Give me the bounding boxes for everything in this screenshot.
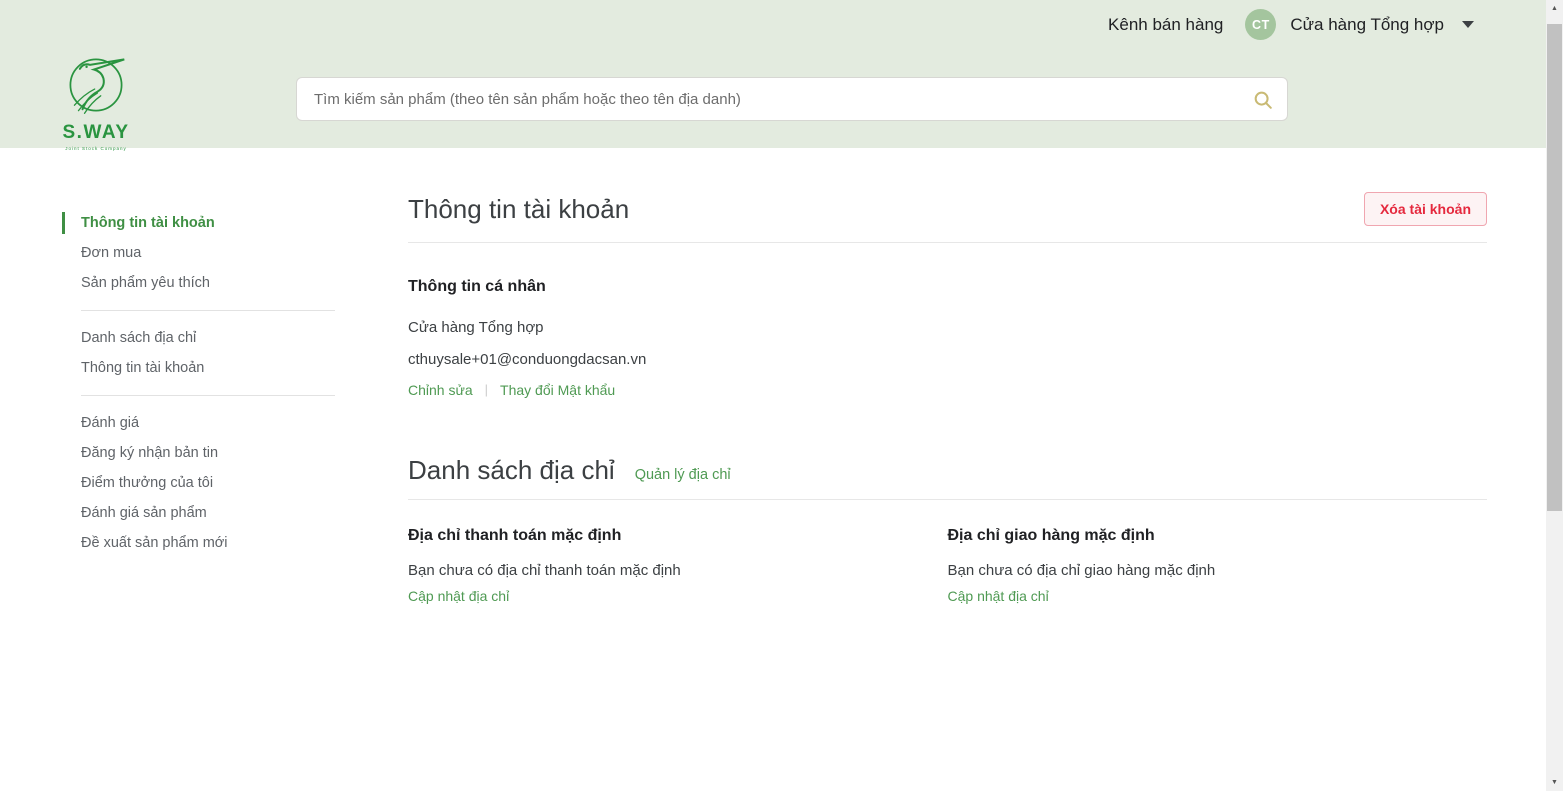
sidebar-item-account-details[interactable]: Thông tin tài khoản — [62, 353, 335, 383]
personal-info-section: Thông tin cá nhân Cửa hàng Tổng hợp cthu… — [408, 278, 1487, 398]
personal-info-links: Chỉnh sửa | Thay đổi Mật khẩu — [408, 382, 1487, 398]
shipping-address-empty-text: Bạn chưa có địa chỉ giao hàng mặc định — [948, 562, 1488, 579]
topbar-account-area: Kênh bán hàng CT Cửa hàng Tổng hợp — [1108, 9, 1474, 40]
header: Kênh bán hàng CT Cửa hàng Tổng hợp S.WAY… — [0, 0, 1546, 148]
avatar[interactable]: CT — [1245, 9, 1276, 40]
shipping-address-column: Địa chỉ giao hàng mặc định Bạn chưa có đ… — [948, 527, 1488, 604]
vertical-scrollbar[interactable]: ▲ ▼ — [1546, 0, 1563, 791]
sidebar-item-suggest-product[interactable]: Đề xuất sản phẩm mới — [62, 528, 335, 558]
address-list-section: Danh sách địa chỉ Quản lý địa chỉ Địa ch… — [408, 455, 1487, 604]
sidebar-item-reviews[interactable]: Đánh giá — [62, 408, 335, 438]
update-billing-address-link[interactable]: Cập nhật địa chỉ — [408, 588, 948, 604]
account-name-dropdown[interactable]: Cửa hàng Tổng hợp — [1290, 15, 1444, 35]
sidebar-item-reward-points[interactable]: Điểm thưởng của tôi — [62, 468, 335, 498]
seller-channel-link[interactable]: Kênh bán hàng — [1108, 15, 1223, 35]
sidebar-item-address-list[interactable]: Danh sách địa chỉ — [62, 323, 335, 353]
sidebar-divider — [81, 395, 335, 396]
address-columns: Địa chỉ thanh toán mặc định Bạn chưa có … — [408, 527, 1487, 604]
account-display-name: Cửa hàng Tổng hợp — [408, 317, 1487, 339]
account-email: cthuysale+01@conduongdacsan.vn — [408, 349, 1487, 371]
billing-address-empty-text: Bạn chưa có địa chỉ thanh toán mặc định — [408, 562, 948, 579]
main-content: Thông tin tài khoản Xóa tài khoản Thông … — [408, 192, 1487, 604]
address-list-heading: Danh sách địa chỉ — [408, 455, 615, 486]
manage-addresses-link[interactable]: Quản lý địa chỉ — [635, 467, 731, 483]
stork-logo-icon — [62, 103, 130, 120]
search-input[interactable] — [296, 77, 1288, 121]
sidebar-item-purchases[interactable]: Đơn mua — [62, 238, 335, 268]
change-password-link[interactable]: Thay đổi Mật khẩu — [500, 382, 615, 398]
page-title-row: Thông tin tài khoản Xóa tài khoản — [408, 192, 1487, 243]
shipping-address-heading: Địa chỉ giao hàng mặc định — [948, 527, 1488, 545]
search-icon[interactable] — [1250, 87, 1276, 113]
sidebar-item-favorites[interactable]: Sản phẩm yêu thích — [62, 268, 335, 298]
brand-logo[interactable]: S.WAY Joint Stock Company — [60, 50, 132, 151]
search-bar — [296, 77, 1288, 121]
scrollbar-thumb[interactable] — [1547, 24, 1562, 511]
personal-info-heading: Thông tin cá nhân — [408, 278, 1487, 296]
scroll-up-icon[interactable]: ▲ — [1546, 0, 1563, 17]
link-separator: | — [485, 382, 488, 397]
billing-address-column: Địa chỉ thanh toán mặc định Bạn chưa có … — [408, 527, 948, 604]
page-title: Thông tin tài khoản — [408, 194, 629, 225]
address-title-row: Danh sách địa chỉ Quản lý địa chỉ — [408, 455, 1487, 500]
brand-name: S.WAY — [60, 122, 132, 144]
chevron-down-icon[interactable] — [1462, 21, 1474, 28]
scroll-down-icon[interactable]: ▼ — [1546, 774, 1563, 791]
billing-address-heading: Địa chỉ thanh toán mặc định — [408, 527, 948, 545]
sidebar-item-newsletter[interactable]: Đăng ký nhận bản tin — [62, 438, 335, 468]
account-sidebar: Thông tin tài khoản Đơn mua Sản phẩm yêu… — [62, 208, 335, 558]
brand-tagline: Joint Stock Company — [60, 146, 132, 151]
delete-account-button[interactable]: Xóa tài khoản — [1364, 192, 1487, 226]
sidebar-item-product-reviews[interactable]: Đánh giá sản phẩm — [62, 498, 335, 528]
edit-profile-link[interactable]: Chỉnh sửa — [408, 382, 473, 398]
update-shipping-address-link[interactable]: Cập nhật địa chỉ — [948, 588, 1488, 604]
sidebar-item-account-info[interactable]: Thông tin tài khoản — [62, 208, 335, 238]
sidebar-divider — [81, 310, 335, 311]
